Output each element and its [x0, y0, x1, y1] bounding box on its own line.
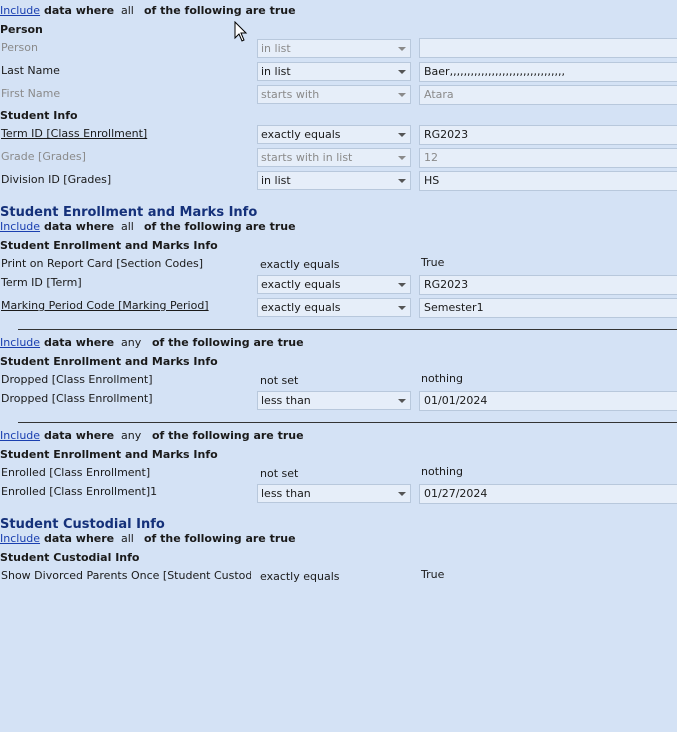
criteria-label[interactable]: Marking Period Code [Marking Period] — [1, 299, 209, 312]
quantifier-link[interactable]: any — [121, 336, 141, 349]
operator-text: exactly equals — [260, 570, 340, 583]
mouse-pointer-icon — [234, 21, 248, 42]
value-text: nothing — [421, 465, 463, 478]
criteria-label: Person — [1, 41, 38, 54]
value-input[interactable]: Semester1 — [419, 298, 677, 318]
data-where-text: data where — [44, 4, 115, 17]
value-input[interactable]: 01/27/2024 — [419, 484, 677, 504]
include-link[interactable]: Include — [0, 429, 40, 442]
value-input[interactable]: Atara — [419, 85, 677, 105]
section-title: Student Custodial Info — [0, 517, 165, 532]
operator-dropdown[interactable]: less than — [257, 391, 411, 410]
condition-tail: of the following are true — [152, 429, 304, 442]
person-group-label: Person — [0, 23, 43, 36]
value-input[interactable] — [419, 38, 677, 58]
chevron-down-icon — [398, 179, 406, 183]
chevron-down-icon — [398, 156, 406, 160]
include-link[interactable]: Include — [0, 220, 40, 233]
value-input[interactable]: 01/01/2024 — [419, 391, 677, 411]
operator-dropdown[interactable]: exactly equals — [257, 125, 411, 144]
data-where-text: data where — [44, 532, 115, 545]
operator-dropdown[interactable]: exactly equals — [257, 298, 411, 317]
criteria-label: First Name — [1, 87, 61, 100]
operator-dropdown[interactable]: exactly equals — [257, 275, 411, 294]
chevron-down-icon — [398, 47, 406, 51]
value-input[interactable]: RG2023 — [419, 275, 677, 295]
chevron-down-icon — [398, 492, 406, 496]
criteria-label: Enrolled [Class Enrollment] — [1, 466, 151, 479]
operator-dropdown[interactable]: in list — [257, 39, 411, 58]
data-where-text: data where — [44, 429, 115, 442]
criteria-label: Term ID [Term] — [1, 276, 82, 289]
chevron-down-icon — [398, 399, 406, 403]
quantifier-link[interactable]: all — [121, 4, 134, 17]
group-divider — [18, 329, 677, 330]
value-input[interactable]: RG2023 — [419, 125, 677, 145]
group-divider — [18, 422, 677, 423]
criteria-label: Last Name — [1, 64, 60, 77]
condition-tail: of the following are true — [144, 220, 296, 233]
quantifier-link[interactable]: any — [121, 429, 141, 442]
group-label: Student Enrollment and Marks Info — [0, 355, 218, 368]
chevron-down-icon — [398, 306, 406, 310]
operator-text: not set — [260, 374, 299, 387]
criteria-label: Enrolled [Class Enrollment]1 — [1, 485, 158, 498]
operator-dropdown[interactable]: less than — [257, 484, 411, 503]
value-text: True — [421, 256, 445, 269]
quantifier-link[interactable]: all — [121, 532, 134, 545]
chevron-down-icon — [398, 283, 406, 287]
group-label: Student Custodial Info — [0, 551, 140, 564]
criteria-label: Show Divorced Parents Once [Student Cust… — [1, 569, 251, 582]
chevron-down-icon — [398, 70, 406, 74]
criteria-label: Print on Report Card [Section Codes] — [1, 257, 204, 270]
criteria-label: Dropped [Class Enrollment] — [1, 392, 153, 405]
condition-tail: of the following are true — [152, 336, 304, 349]
value-text: True — [421, 568, 445, 581]
include-link[interactable]: Include — [0, 4, 40, 17]
include-link[interactable]: Include — [0, 532, 40, 545]
value-input[interactable]: HS — [419, 171, 677, 191]
criteria-label: Dropped [Class Enrollment] — [1, 373, 153, 386]
operator-dropdown[interactable]: in list — [257, 171, 411, 190]
data-where-text: data where — [44, 336, 115, 349]
operator-text: not set — [260, 467, 299, 480]
criteria-label: Grade [Grades] — [1, 150, 86, 163]
criteria-label: Division ID [Grades] — [1, 173, 112, 186]
include-link[interactable]: Include — [0, 336, 40, 349]
value-text: nothing — [421, 372, 463, 385]
criteria-label[interactable]: Term ID [Class Enrollment] — [1, 127, 147, 140]
quantifier-link[interactable]: all — [121, 220, 134, 233]
operator-dropdown[interactable]: starts with — [257, 85, 411, 104]
operator-text: exactly equals — [260, 258, 340, 271]
chevron-down-icon — [398, 93, 406, 97]
value-input[interactable]: 12 — [419, 148, 677, 168]
group-label: Student Enrollment and Marks Info — [0, 239, 218, 252]
chevron-down-icon — [398, 133, 406, 137]
operator-dropdown[interactable]: starts with in list — [257, 148, 411, 167]
condition-tail: of the following are true — [144, 4, 296, 17]
data-where-text: data where — [44, 220, 115, 233]
operator-dropdown[interactable]: in list — [257, 62, 411, 81]
student-info-label: Student Info — [0, 109, 78, 122]
condition-tail: of the following are true — [144, 532, 296, 545]
section-title: Student Enrollment and Marks Info — [0, 205, 258, 220]
value-input[interactable]: Baer,,,,,,,,,,,,,,,,,,,,,,,,,,,,,,,,, — [419, 62, 677, 82]
group-label: Student Enrollment and Marks Info — [0, 448, 218, 461]
